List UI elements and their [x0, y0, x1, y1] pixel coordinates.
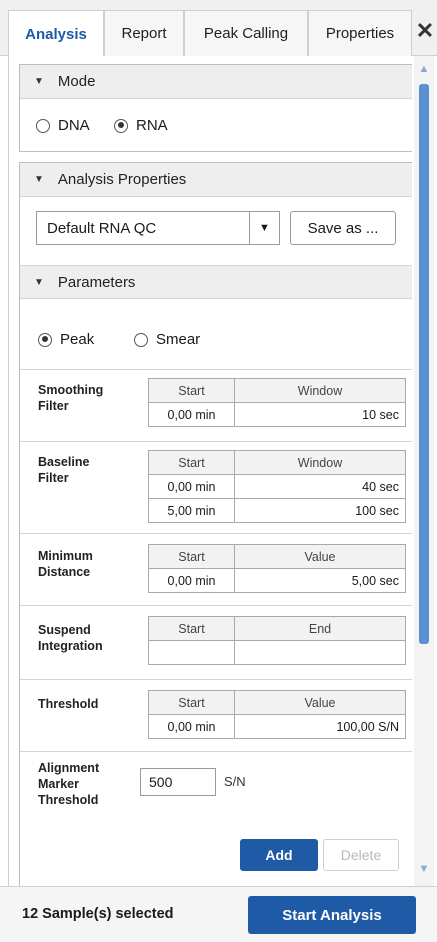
radio-peak[interactable]: Peak — [38, 331, 94, 348]
analysis-properties-header[interactable]: ▼ Analysis Properties — [20, 163, 412, 197]
radio-circle-icon — [36, 118, 50, 133]
footer-bar: 12 Sample(s) selected Start Analysis — [0, 886, 437, 942]
table-cell[interactable] — [148, 640, 235, 665]
table-cell[interactable]: 100 sec — [234, 498, 406, 523]
table-cell[interactable]: 0,00 min — [148, 474, 235, 499]
tab-analysis[interactable]: Analysis — [8, 10, 104, 57]
radio-circle-icon — [134, 332, 148, 347]
radio-dna-label: DNA — [58, 117, 90, 134]
analysis-properties-section: ▼ Analysis Properties Default RNA QC ▼ S… — [19, 162, 412, 890]
column-header: Start — [148, 378, 235, 403]
collapse-triangle-icon[interactable]: ▼ — [34, 174, 44, 185]
close-icon[interactable]: ✕ — [414, 16, 436, 46]
scroll-down-arrow-icon[interactable]: ▼ — [414, 858, 434, 880]
threshold-label: Threshold — [38, 697, 99, 711]
table-cell[interactable]: 0,00 min — [148, 402, 235, 427]
table-cell[interactable]: 5,00 min — [148, 498, 235, 523]
start-analysis-button[interactable]: Start Analysis — [248, 896, 416, 934]
tab-properties[interactable]: Properties — [308, 10, 412, 56]
suspend-integration-row: Suspend Integration Start End — [20, 605, 412, 679]
tab-report[interactable]: Report — [104, 10, 184, 56]
column-header: Window — [234, 450, 406, 475]
alignment-marker-threshold-label: Alignment Marker Threshold — [38, 761, 100, 807]
analysis-properties-title: Analysis Properties — [57, 171, 187, 188]
threshold-table[interactable]: Start Value 0,00 min 100,00 S/N — [148, 690, 406, 739]
column-header: End — [234, 616, 406, 641]
radio-smear-label: Smear — [156, 331, 201, 348]
minimum-distance-row: Minimum Distance Start Value 0,00 min 5,00… — [20, 533, 412, 605]
collapse-triangle-icon[interactable]: ▼ — [34, 76, 44, 87]
preset-select-value: Default RNA QC — [47, 219, 157, 237]
parameters-title: Parameters — [57, 273, 136, 291]
mode-header[interactable]: ▼ Mode — [20, 65, 412, 99]
radio-smear[interactable]: Smear — [134, 331, 200, 348]
table-cell[interactable] — [234, 640, 406, 665]
suspend-integration-table[interactable]: Start End — [148, 616, 406, 665]
preset-select[interactable]: Default RNA QC ▼ — [36, 211, 280, 245]
column-header: Value — [234, 690, 406, 715]
table-cell[interactable]: 40 sec — [234, 474, 406, 499]
radio-dna[interactable]: DNA — [36, 117, 90, 134]
collapse-triangle-icon[interactable]: ▼ — [34, 277, 44, 288]
radio-peak-label: Peak — [60, 331, 95, 348]
alignment-threshold-unit: S/N — [224, 774, 246, 789]
dropdown-arrow-icon[interactable]: ▼ — [249, 212, 279, 244]
radio-rna[interactable]: RNA — [114, 117, 168, 134]
table-cell[interactable]: 100,00 S/N — [234, 714, 406, 739]
baseline-filter-row: Baseline Filter Start Window 0,00 min 40 s… — [20, 441, 412, 533]
selection-status: 12 Sample(s) selected — [22, 906, 174, 922]
column-header: Start — [148, 616, 235, 641]
tab-peak-calling[interactable]: Peak Calling — [184, 10, 308, 56]
mode-title: Mode — [57, 73, 96, 90]
suspend-integration-label: Suspend Integration — [38, 623, 103, 653]
baseline-filter-table[interactable]: Start Window 0,00 min 40 sec 5,00 min 100 s… — [148, 450, 406, 523]
vertical-scrollbar[interactable]: ▲ ▼ — [414, 56, 434, 886]
add-button[interactable]: Add — [240, 839, 318, 871]
threshold-row: Threshold Start Value 0,00 min 100,00 S/N — [20, 679, 412, 751]
column-header: Value — [234, 544, 406, 569]
baseline-filter-label: Baseline Filter — [38, 455, 90, 485]
scroll-thumb[interactable] — [419, 84, 429, 644]
radio-rna-label: RNA — [136, 117, 168, 134]
delete-button[interactable]: Delete — [323, 839, 399, 871]
alignment-threshold-input[interactable]: 500 — [140, 768, 216, 796]
minimum-distance-table[interactable]: Start Value 0,00 min 5,00 sec — [148, 544, 406, 593]
scroll-up-arrow-icon[interactable]: ▲ — [414, 58, 434, 80]
analysis-panel: ▼ Mode DNA RNA ▼ Analysis Properties Def… — [8, 56, 412, 890]
column-header: Window — [234, 378, 406, 403]
smoothing-filter-table[interactable]: Start Window 0,00 min 10 sec — [148, 378, 406, 427]
mode-section: ▼ Mode DNA RNA — [19, 64, 412, 152]
parameters-header[interactable]: ▼ Parameters — [20, 265, 412, 299]
table-cell[interactable]: 5,00 sec — [234, 568, 406, 593]
smoothing-filter-label: Smoothing Filter — [38, 383, 104, 413]
table-cell[interactable]: 10 sec — [234, 402, 406, 427]
column-header: Start — [148, 690, 235, 715]
table-cell[interactable]: 0,00 min — [148, 568, 235, 593]
radio-selected-icon — [114, 118, 128, 133]
save-as-button[interactable]: Save as ... — [290, 211, 396, 245]
tab-bar: Analysis Report Peak Calling Properties … — [0, 0, 437, 57]
alignment-marker-row: Alignment Marker Threshold 500 S/N — [20, 751, 412, 823]
radio-selected-icon — [38, 332, 52, 347]
table-cell[interactable]: 0,00 min — [148, 714, 235, 739]
minimum-distance-label: Minimum Distance — [38, 549, 93, 579]
smoothing-filter-row: Smoothing Filter Start Window 0,00 min 10 … — [20, 369, 412, 441]
column-header: Start — [148, 450, 235, 475]
column-header: Start — [148, 544, 235, 569]
